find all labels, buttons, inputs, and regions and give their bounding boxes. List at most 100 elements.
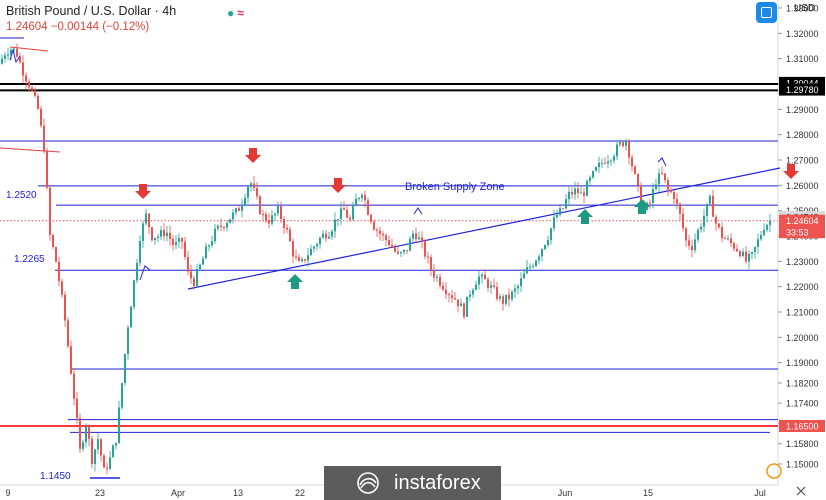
candle-body bbox=[259, 196, 261, 215]
candle-body bbox=[490, 285, 492, 288]
candle-body bbox=[235, 208, 237, 213]
date-tick-label: 23 bbox=[95, 488, 105, 498]
candle-body bbox=[484, 274, 486, 280]
candle-body bbox=[730, 238, 732, 244]
candle-body bbox=[364, 194, 366, 201]
candle-body bbox=[331, 231, 333, 237]
currency-label: USD bbox=[794, 3, 816, 14]
candle-body bbox=[409, 238, 411, 251]
candle-body bbox=[751, 252, 753, 254]
candle-body bbox=[220, 225, 222, 228]
candle-body bbox=[622, 142, 624, 147]
candle-body bbox=[496, 286, 498, 299]
candle-body bbox=[46, 151, 48, 188]
candle-body bbox=[607, 161, 609, 164]
sell-arrow-icon bbox=[330, 178, 346, 193]
candle-body bbox=[238, 208, 240, 211]
candle-body bbox=[421, 237, 423, 242]
candle-body bbox=[43, 125, 45, 152]
candle-body bbox=[154, 237, 156, 241]
candle-body bbox=[379, 230, 381, 234]
price-tick-label: 1.29000 bbox=[786, 105, 819, 115]
candle-body bbox=[745, 251, 747, 262]
price-tick-label: 1.20000 bbox=[786, 333, 819, 343]
date-tick-label: 9 bbox=[5, 488, 10, 498]
candle-body bbox=[61, 281, 63, 295]
candle-body bbox=[586, 181, 588, 196]
candle-body bbox=[475, 284, 477, 290]
candle-body bbox=[688, 240, 690, 246]
candle-body bbox=[754, 246, 756, 253]
status-indicators[interactable]: ● ≈ bbox=[227, 6, 244, 20]
candle-body bbox=[16, 48, 18, 57]
candle-body bbox=[103, 455, 105, 468]
wave-icon: ≈ bbox=[237, 6, 244, 20]
candle-body bbox=[424, 241, 426, 257]
candle-body bbox=[304, 259, 306, 261]
price-tick-label: 1.21000 bbox=[786, 308, 819, 318]
candle-body bbox=[31, 87, 33, 91]
candle-body bbox=[283, 218, 285, 228]
candle-body bbox=[274, 213, 276, 216]
candle-body bbox=[700, 226, 702, 230]
candle-body bbox=[7, 54, 9, 56]
candle-body bbox=[577, 188, 579, 194]
candle-body bbox=[163, 229, 165, 237]
candle-body bbox=[460, 303, 462, 307]
price-chart[interactable]: 1.330001.320001.310001.300001.290001.280… bbox=[0, 0, 826, 500]
candle-body bbox=[553, 217, 555, 229]
candle-body bbox=[319, 237, 321, 245]
candle-body bbox=[436, 276, 438, 278]
market-open-icon: ● bbox=[227, 6, 235, 20]
candle-body bbox=[535, 260, 537, 267]
price-tick-label: 1.18200 bbox=[786, 378, 819, 388]
price-tick-label: 1.26000 bbox=[786, 181, 819, 191]
candle-body bbox=[298, 257, 300, 262]
candle-body bbox=[310, 248, 312, 256]
candle-body bbox=[682, 213, 684, 229]
candle-body bbox=[226, 223, 228, 228]
candle-body bbox=[247, 186, 249, 198]
candle-body bbox=[442, 285, 444, 290]
candle-body bbox=[448, 294, 450, 296]
date-tick-label: Jul bbox=[754, 488, 766, 498]
candle-body bbox=[466, 296, 468, 317]
candle-body bbox=[286, 227, 288, 230]
candle-body bbox=[550, 228, 552, 241]
candle-body bbox=[508, 294, 510, 300]
candle-body bbox=[271, 215, 273, 224]
broken-supply-zone-label: Broken Supply Zone bbox=[405, 181, 505, 193]
candle-body bbox=[478, 276, 480, 285]
candle-body bbox=[520, 278, 522, 287]
buy-arrow-icon bbox=[634, 199, 650, 214]
date-tick-label: 13 bbox=[233, 488, 243, 498]
date-tick-label: 22 bbox=[295, 488, 305, 498]
candle-body bbox=[544, 244, 546, 250]
candle-body bbox=[40, 108, 42, 126]
candle-body bbox=[88, 426, 90, 439]
candle-body bbox=[529, 266, 531, 268]
candle-body bbox=[355, 198, 357, 207]
candle-body bbox=[451, 295, 453, 299]
candle-body bbox=[727, 238, 729, 240]
buy-arrow-icon bbox=[577, 209, 593, 224]
candle-body bbox=[589, 177, 591, 182]
candle-body bbox=[253, 183, 255, 189]
candle-body bbox=[502, 296, 504, 304]
candle-body bbox=[184, 241, 186, 257]
candle-body bbox=[526, 267, 528, 274]
price-tick-label: 1.28000 bbox=[786, 130, 819, 140]
candle-body bbox=[595, 167, 597, 171]
candle-body bbox=[388, 240, 390, 246]
price-tick-label: 1.15000 bbox=[786, 460, 819, 470]
candle-body bbox=[673, 192, 675, 200]
candle-body bbox=[187, 256, 189, 272]
fullscreen-button[interactable] bbox=[756, 2, 777, 23]
candle-body bbox=[487, 279, 489, 288]
candle-body bbox=[652, 188, 654, 203]
candle-body bbox=[136, 262, 138, 281]
candle-body bbox=[667, 180, 669, 190]
candle-body bbox=[142, 223, 144, 241]
candle-body bbox=[400, 252, 402, 254]
candle-body bbox=[79, 418, 81, 449]
